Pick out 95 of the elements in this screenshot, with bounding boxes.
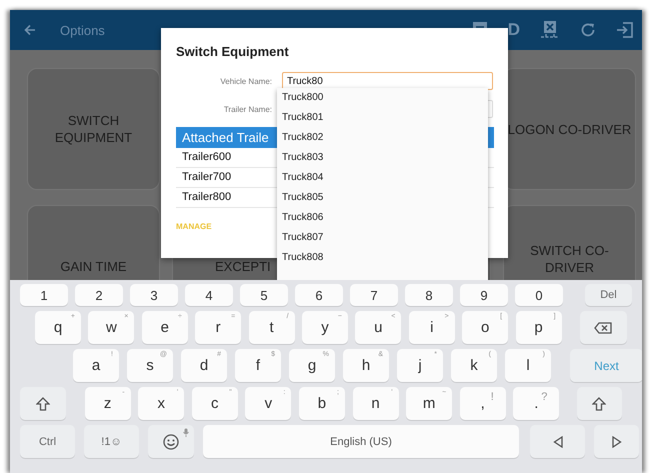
key-label: t bbox=[269, 319, 274, 336]
tile-label: LOGON CO-DRIVER bbox=[508, 120, 632, 138]
smiley-icon bbox=[163, 434, 179, 450]
logout-icon[interactable] bbox=[616, 21, 634, 39]
key-label: 0 bbox=[535, 288, 543, 302]
suggestion-item[interactable]: Truck803 bbox=[277, 148, 488, 168]
key-label: a bbox=[92, 357, 100, 374]
key[interactable] bbox=[148, 425, 194, 458]
key-label: Ctrl bbox=[38, 436, 56, 448]
key[interactable] bbox=[576, 387, 622, 420]
suggestion-item[interactable]: Truck807 bbox=[277, 228, 488, 248]
key[interactable]: 4 bbox=[185, 284, 233, 306]
space-bar[interactable]: English (US) bbox=[203, 425, 519, 458]
key-label: j bbox=[418, 357, 422, 374]
key[interactable]: , ! bbox=[460, 387, 506, 420]
tile-label: SWITCH CO-DRIVER bbox=[529, 242, 610, 276]
key[interactable]: 9 bbox=[460, 284, 508, 306]
key-label: !1☺ bbox=[101, 436, 122, 448]
key-hint: ! bbox=[490, 391, 494, 403]
key-label: c bbox=[211, 395, 219, 412]
key[interactable]: . ? bbox=[513, 387, 560, 420]
key-label: 7 bbox=[370, 288, 378, 302]
key[interactable]: 1 bbox=[20, 284, 68, 306]
field-label: Vehicle Name: bbox=[219, 76, 272, 86]
tile-label: GAIN TIME bbox=[60, 258, 127, 275]
key-label: 2 bbox=[95, 288, 103, 302]
suggestion-item[interactable]: Truck808 bbox=[277, 248, 488, 268]
dialog-title: Switch Equipment bbox=[176, 44, 290, 59]
key[interactable]: Del bbox=[585, 284, 632, 306]
key-label: x bbox=[157, 395, 165, 412]
key[interactable] bbox=[580, 311, 627, 344]
key-label: p bbox=[534, 319, 543, 336]
key-label: q bbox=[54, 319, 62, 336]
key-label: 6 bbox=[315, 288, 323, 302]
key-label: Del bbox=[600, 289, 617, 301]
key-label: h bbox=[362, 357, 370, 374]
key-label: e bbox=[160, 319, 169, 336]
key-label: 4 bbox=[205, 288, 213, 302]
key-label: n bbox=[371, 395, 380, 412]
key-label: English (US) bbox=[330, 436, 392, 448]
truck-x-icon[interactable] bbox=[540, 20, 560, 40]
shift-icon bbox=[36, 396, 50, 410]
shift-icon bbox=[592, 396, 606, 410]
key[interactable]: 2 bbox=[75, 284, 123, 306]
key-label: 1 bbox=[40, 288, 48, 302]
key-label: 3 bbox=[150, 288, 158, 302]
key-label: 5 bbox=[260, 288, 268, 302]
key[interactable]: 5 bbox=[240, 284, 288, 306]
key-label: b bbox=[318, 395, 326, 412]
left-arrow-icon bbox=[552, 436, 562, 448]
screen-title: Options bbox=[60, 22, 105, 38]
microphone-icon bbox=[183, 428, 189, 437]
key-label: . bbox=[534, 395, 538, 412]
key-label: m bbox=[422, 395, 436, 412]
key[interactable] bbox=[594, 425, 639, 458]
key-label: 8 bbox=[425, 288, 433, 302]
suggestion-item[interactable]: Truck800 bbox=[277, 88, 488, 108]
key[interactable]: 0 bbox=[515, 284, 563, 306]
key-label: z bbox=[104, 395, 112, 412]
field-label: Trailer Name: bbox=[222, 104, 272, 114]
key[interactable]: 6 bbox=[295, 284, 343, 306]
back-arrow-icon[interactable] bbox=[24, 24, 36, 36]
key-label: i bbox=[430, 319, 434, 336]
suggestion-item[interactable]: Truck802 bbox=[277, 128, 488, 148]
key-label: l bbox=[526, 357, 530, 374]
key[interactable]: 3 bbox=[130, 284, 178, 306]
suggestion-item[interactable]: Truck804 bbox=[277, 168, 488, 188]
key-label: u bbox=[374, 319, 383, 336]
suggestion-item[interactable]: Truck805 bbox=[277, 188, 488, 208]
key-label: o bbox=[480, 319, 490, 336]
key-label: d bbox=[200, 357, 208, 374]
suggestion-item[interactable]: Truck801 bbox=[277, 108, 488, 128]
key-label: g bbox=[308, 357, 316, 374]
refresh-icon[interactable] bbox=[580, 22, 596, 38]
key[interactable]: 7 bbox=[350, 284, 398, 306]
key-label: w bbox=[106, 319, 117, 336]
key-label: r bbox=[216, 319, 221, 336]
key-hint: ? bbox=[541, 391, 548, 403]
tile-label: SWITCH EQUIPMENT bbox=[54, 112, 134, 146]
suggestion-item[interactable]: Truck806 bbox=[277, 208, 488, 228]
tile-label: EXCEPTI bbox=[215, 258, 271, 275]
right-arrow-icon bbox=[612, 436, 622, 448]
key-label: s bbox=[146, 357, 154, 374]
key-label: k bbox=[470, 357, 478, 374]
key-label: v bbox=[264, 395, 272, 412]
key[interactable]: Ctrl bbox=[20, 425, 75, 458]
key[interactable] bbox=[20, 387, 66, 420]
key-label: , bbox=[480, 395, 485, 412]
key-label: Next bbox=[594, 358, 619, 372]
key[interactable]: !1☺ bbox=[84, 425, 139, 458]
key[interactable]: 8 bbox=[405, 284, 453, 306]
key-label: y bbox=[321, 319, 329, 336]
key-label: 9 bbox=[480, 288, 488, 302]
backspace-icon bbox=[594, 322, 612, 334]
key-label: f bbox=[256, 357, 260, 374]
